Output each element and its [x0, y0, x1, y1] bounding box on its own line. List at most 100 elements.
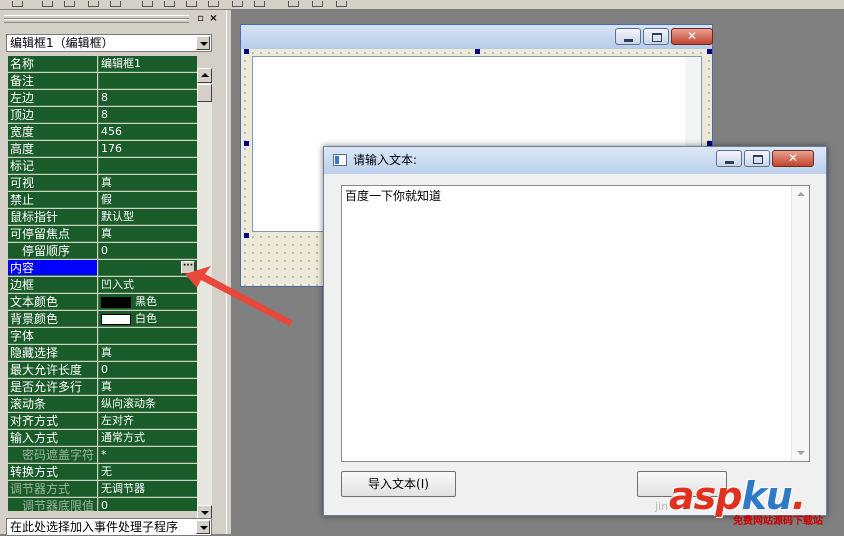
scroll-up-icon[interactable]	[197, 68, 212, 83]
property-name: 滚动条	[8, 396, 97, 412]
property-row[interactable]: 宽度 456	[8, 124, 197, 141]
toolbar-icon[interactable]	[86, 0, 100, 8]
toolbar-icon[interactable]	[286, 0, 300, 8]
property-value[interactable]: ···	[98, 260, 197, 276]
property-row[interactable]: 转换方式无	[8, 464, 197, 481]
close-icon[interactable]: ×	[208, 13, 219, 24]
panel-header: ▫ ×	[0, 10, 226, 32]
property-value[interactable]: 真	[98, 345, 197, 361]
resize-handle[interactable]	[244, 49, 249, 54]
toolbar-icon[interactable]	[140, 0, 154, 8]
property-row[interactable]: 左边 8	[8, 90, 197, 107]
property-row[interactable]: 名称 编辑框1	[8, 56, 197, 73]
property-row[interactable]: 是否允许多行真	[8, 379, 197, 396]
property-value[interactable]	[98, 328, 197, 344]
property-value[interactable]: 编辑框1	[98, 56, 197, 72]
toolbar-icon[interactable]	[206, 0, 220, 8]
property-row[interactable]: 鼠标指针 默认型	[8, 209, 197, 226]
property-value[interactable]: 默认型	[98, 209, 197, 225]
property-row[interactable]: 背景颜色 白色	[8, 311, 197, 328]
pin-icon[interactable]: ▫	[195, 13, 206, 24]
toolbar-icon[interactable]	[334, 0, 348, 8]
property-value[interactable]: 真	[98, 175, 197, 191]
toolbar-icon[interactable]	[230, 0, 244, 8]
property-row[interactable]: 标记	[8, 158, 197, 175]
property-row[interactable]: 可视真	[8, 175, 197, 192]
property-value[interactable]: 左对齐	[98, 413, 197, 429]
property-value[interactable]: 真	[98, 226, 197, 242]
panel-grip[interactable]	[4, 19, 189, 23]
property-value[interactable]: 0	[98, 498, 197, 511]
minimize-icon[interactable]	[615, 28, 641, 45]
property-name: 可视	[8, 175, 97, 191]
toolbar-icon[interactable]	[62, 0, 76, 8]
chevron-down-icon[interactable]	[196, 36, 210, 50]
toolbar	[0, 0, 844, 10]
property-value[interactable]: *	[98, 447, 197, 463]
event-selector[interactable]: 在此处选择加入事件处理子程序	[6, 518, 212, 536]
property-row[interactable]: 禁止假	[8, 192, 197, 209]
property-value[interactable]	[98, 158, 197, 174]
property-value[interactable]: 0	[98, 243, 197, 259]
property-name: 密码遮盖字符	[8, 447, 97, 463]
toolbar-icon[interactable]	[252, 0, 266, 8]
property-row[interactable]: 备注	[8, 73, 197, 90]
property-row[interactable]: 输入方式 通常方式	[8, 430, 197, 447]
resize-handle[interactable]	[707, 49, 712, 54]
property-value[interactable]: 0	[98, 362, 197, 378]
property-row[interactable]: 高度 176	[8, 141, 197, 158]
resize-handle[interactable]	[475, 49, 480, 54]
scroll-thumb[interactable]	[197, 84, 212, 102]
property-row[interactable]: 边框 凹入式	[8, 277, 197, 294]
property-row[interactable]: 隐藏选择真	[8, 345, 197, 362]
import-text-button[interactable]: 导入文本(I)	[341, 471, 456, 497]
property-row[interactable]: 滚动条 纵向滚动条	[8, 396, 197, 413]
property-row[interactable]: 调节器方式 无调节器	[8, 481, 197, 498]
property-row[interactable]: 内容 ···	[8, 260, 197, 277]
scroll-up-icon[interactable]	[797, 192, 805, 196]
property-row[interactable]: 停留顺序 0	[8, 243, 197, 260]
property-row[interactable]: 调节器底限值 0	[8, 498, 197, 511]
property-value[interactable]: 无	[98, 464, 197, 480]
object-selector[interactable]: 编辑框1（编辑框）	[6, 34, 212, 52]
property-value[interactable]: 无调节器	[98, 481, 197, 497]
property-value[interactable]: 凹入式	[98, 277, 197, 293]
minimize-icon[interactable]	[716, 150, 742, 167]
property-value[interactable]: 456	[98, 124, 197, 140]
property-row[interactable]: 顶边 8	[8, 107, 197, 124]
property-row[interactable]: 字体	[8, 328, 197, 345]
maximize-icon[interactable]	[643, 28, 669, 45]
toolbar-icon[interactable]	[184, 0, 198, 8]
close-icon[interactable]: ✕	[671, 28, 713, 45]
dialog-text-area[interactable]: 百度一下你就知道	[341, 185, 810, 462]
maximize-icon[interactable]	[744, 150, 770, 167]
toolbar-icon[interactable]	[40, 0, 54, 8]
property-value[interactable]: 176	[98, 141, 197, 157]
chevron-down-icon[interactable]	[196, 520, 210, 534]
property-row[interactable]: 文本颜色 黑色	[8, 294, 197, 311]
property-row[interactable]: 最大允许长度 0	[8, 362, 197, 379]
property-row[interactable]: 对齐方式 左对齐	[8, 413, 197, 430]
toolbar-icon[interactable]	[108, 0, 122, 8]
dialog-text-scrollbar[interactable]	[791, 186, 809, 461]
property-value[interactable]: 通常方式	[98, 430, 197, 446]
toolbar-icon[interactable]	[162, 0, 176, 8]
toolbar-icon[interactable]	[310, 0, 324, 8]
design-form-titlebar[interactable]: ✕	[241, 25, 713, 49]
resize-handle[interactable]	[244, 233, 249, 238]
property-value[interactable]: 8	[98, 90, 197, 106]
scroll-down-icon[interactable]	[797, 451, 805, 455]
property-value[interactable]: 8	[98, 107, 197, 123]
property-row[interactable]: 密码遮盖字符 *	[8, 447, 197, 464]
property-value[interactable]: 白色	[98, 311, 197, 327]
dialog-titlebar[interactable]: 请输入文本: ✕	[324, 147, 826, 174]
toolbar-icon[interactable]	[10, 0, 24, 8]
resize-handle[interactable]	[244, 141, 249, 146]
property-value[interactable]: 纵向滚动条	[98, 396, 197, 412]
property-value[interactable]: 假	[98, 192, 197, 208]
property-value[interactable]: 黑色	[98, 294, 197, 310]
close-icon[interactable]: ✕	[772, 150, 814, 167]
property-row[interactable]: 可停留焦点真	[8, 226, 197, 243]
property-value[interactable]: 真	[98, 379, 197, 395]
property-value[interactable]	[98, 73, 197, 89]
